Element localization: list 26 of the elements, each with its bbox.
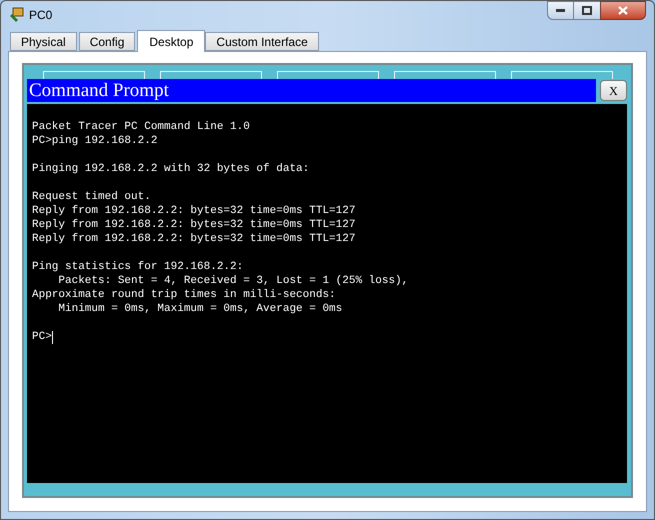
window-title: PC0 bbox=[29, 7, 52, 24]
maximize-button[interactable] bbox=[574, 1, 600, 20]
console-line: PC>ping 192.168.2.2 bbox=[32, 134, 158, 148]
restore-icon bbox=[582, 6, 592, 15]
console-line: Packet Tracer PC Command Line 1.0 bbox=[32, 120, 250, 134]
console-line: Ping statistics for 192.168.2.2: bbox=[32, 260, 244, 274]
prompt-title-bar: Command Prompt bbox=[27, 79, 596, 102]
tab[interactable]: Custom Interface bbox=[205, 32, 319, 51]
close-button[interactable]: X bbox=[600, 80, 627, 101]
console-line: Approximate round trip times in milli-seconds: bbox=[32, 288, 336, 302]
console-line: Reply from 192.168.2.2: bytes=32 time=0ms TTL=127 bbox=[32, 204, 356, 218]
tab[interactable]: Config bbox=[78, 32, 136, 51]
console-line: Packets: Sent = 4, Received = 3, Lost = 1 (25% loss), bbox=[57, 274, 408, 288]
console-line: Reply from 192.168.2.2: bytes=32 time=0ms TTL=127 bbox=[32, 218, 356, 232]
console-line: Minimum = 0ms, Maximum = 0ms, Average = 0ms bbox=[57, 302, 342, 316]
console-line: Pinging 192.168.2.2 with 32 bytes of data: bbox=[32, 162, 310, 176]
close-icon bbox=[618, 6, 628, 15]
app-icon bbox=[9, 7, 25, 23]
console-prompt: PC> bbox=[32, 330, 52, 344]
tab[interactable]: Desktop bbox=[137, 30, 206, 52]
minimize-button[interactable] bbox=[547, 1, 574, 20]
tab[interactable]: Physical bbox=[10, 32, 77, 51]
console-line: Reply from 192.168.2.2: bytes=32 time=0ms TTL=127 bbox=[32, 232, 356, 246]
minimize-icon bbox=[556, 9, 565, 12]
close-button[interactable] bbox=[600, 1, 646, 20]
console-line: Request timed out. bbox=[32, 190, 151, 204]
